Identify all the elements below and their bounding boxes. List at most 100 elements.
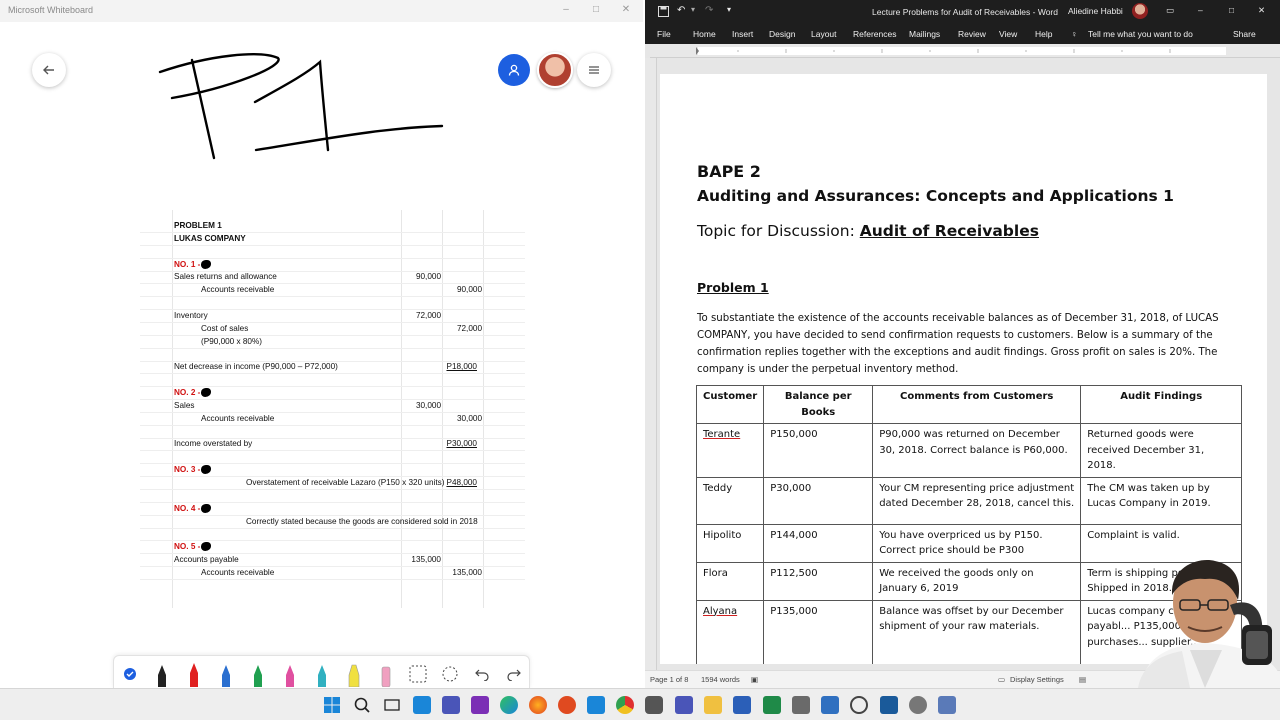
mail-icon[interactable]: [587, 696, 605, 714]
word-count[interactable]: 1594 words: [701, 675, 740, 684]
horizontal-ruler[interactable]: [650, 44, 1280, 58]
tab-review[interactable]: Review: [958, 29, 986, 39]
ink-mark[interactable]: [201, 259, 211, 269]
maximize-button[interactable]: □: [588, 4, 604, 15]
calculator-icon[interactable]: [792, 696, 810, 714]
tab-view[interactable]: View: [999, 29, 1017, 39]
file-explorer-icon[interactable]: [413, 696, 431, 714]
word-icon[interactable]: [733, 696, 751, 714]
table-cell[interactable]: P144,000: [763, 523, 874, 563]
spreadsheet-image[interactable]: PROBLEM 1 LUKAS COMPANY NO. 1 - Sales retur…: [140, 210, 525, 610]
avatar[interactable]: [537, 52, 573, 88]
mail-icon[interactable]: [880, 696, 898, 714]
highlighter-icon[interactable]: [342, 661, 366, 687]
back-arrow-icon[interactable]: [32, 53, 66, 87]
undo-icon[interactable]: [470, 661, 494, 687]
close-button[interactable]: ✕: [1258, 5, 1265, 16]
select-check-icon[interactable]: [118, 661, 142, 687]
firefox-icon[interactable]: [529, 696, 547, 714]
red-pen-icon[interactable]: [182, 661, 206, 687]
minimize-button[interactable]: –: [558, 4, 574, 15]
ruler-icon[interactable]: [438, 661, 462, 687]
clock-icon[interactable]: [850, 696, 868, 714]
vertical-ruler[interactable]: [645, 58, 657, 670]
tab-help[interactable]: Help: [1035, 29, 1052, 39]
tab-mailings[interactable]: Mailings: [909, 29, 940, 39]
display-settings-icon[interactable]: ▭: [998, 675, 1005, 684]
eraser-icon[interactable]: [374, 661, 398, 687]
page-count[interactable]: Page 1 of 8: [650, 675, 688, 684]
tab-layout[interactable]: Layout: [811, 29, 837, 39]
search-icon[interactable]: [353, 696, 371, 714]
sheet-debit: 135,000: [411, 555, 441, 565]
windows-start-icon[interactable]: [323, 696, 341, 714]
user-name[interactable]: Aliedine Habbi: [1068, 6, 1123, 16]
redo-icon[interactable]: [502, 661, 526, 687]
tell-me-search[interactable]: Tell me what you want to do: [1088, 29, 1193, 39]
app-icon[interactable]: [645, 696, 663, 714]
ink-mark[interactable]: [201, 465, 211, 475]
app-icon[interactable]: [558, 696, 576, 714]
teal-pen-icon[interactable]: [310, 661, 334, 687]
table-cell[interactable]: P90,000 was returned on December 30, 201…: [872, 423, 1082, 478]
teams-icon[interactable]: [675, 696, 693, 714]
table-cell[interactable]: You have overpriced us by P150. Correct …: [872, 523, 1082, 563]
app-icon[interactable]: [909, 696, 927, 714]
display-settings-button[interactable]: Display Settings: [1010, 675, 1064, 684]
invite-user-icon[interactable]: [498, 54, 530, 86]
share-button[interactable]: Share: [1233, 29, 1256, 39]
table-cell[interactable]: Your CM representing price adjustment da…: [872, 476, 1082, 525]
handwritten-ink[interactable]: P1: [150, 50, 450, 165]
ribbon-display-icon[interactable]: ▭: [1166, 5, 1174, 16]
ink-mark[interactable]: [201, 388, 211, 398]
close-button[interactable]: ✕: [618, 4, 634, 15]
folder-icon[interactable]: [704, 696, 722, 714]
tab-design[interactable]: Design: [769, 29, 795, 39]
ink-mark[interactable]: [201, 542, 211, 552]
lasso-select-icon[interactable]: [406, 661, 430, 687]
minimize-button[interactable]: –: [1198, 5, 1203, 15]
excel-icon[interactable]: [763, 696, 781, 714]
table-cell[interactable]: Terante: [695, 423, 765, 478]
photos-icon[interactable]: [821, 696, 839, 714]
table-cell[interactable]: Balance was offset by our December shipm…: [872, 599, 1082, 664]
sheet-row: Accounts receivable 90,000: [140, 284, 525, 298]
table-cell[interactable]: Hipolito: [695, 523, 765, 563]
pink-pen-icon[interactable]: [278, 661, 302, 687]
table-cell[interactable]: P30,000: [763, 476, 874, 525]
onenote-icon[interactable]: [471, 696, 489, 714]
redo-icon[interactable]: ↷: [705, 5, 713, 16]
table-cell[interactable]: Alyana: [695, 599, 765, 664]
problem-paragraph[interactable]: To substantiate the existence of the acc…: [697, 310, 1227, 378]
user-avatar[interactable]: [1132, 3, 1148, 19]
undo-dropdown-icon[interactable]: ▾: [691, 5, 695, 14]
focus-icon[interactable]: ▤: [1079, 675, 1086, 684]
tab-insert[interactable]: Insert: [732, 29, 753, 39]
save-icon[interactable]: [658, 6, 669, 17]
green-pen-icon[interactable]: [246, 661, 270, 687]
table-cell[interactable]: P135,000: [763, 599, 874, 664]
blue-pen-icon[interactable]: [214, 661, 238, 687]
tab-references[interactable]: References: [853, 29, 896, 39]
hamburger-menu-icon[interactable]: [577, 53, 611, 87]
table-cell[interactable]: P112,500: [763, 561, 874, 601]
edge-icon[interactable]: [500, 696, 518, 714]
tab-home[interactable]: Home: [693, 29, 716, 39]
chrome-icon[interactable]: [616, 696, 634, 714]
table-cell[interactable]: Returned goods were received December 31…: [1080, 423, 1243, 478]
undo-icon[interactable]: ↶: [677, 5, 685, 16]
table-cell[interactable]: The CM was taken up by Lucas Company in …: [1080, 476, 1243, 525]
tab-file[interactable]: File: [657, 29, 671, 39]
settings-icon[interactable]: [938, 696, 956, 714]
teams-icon[interactable]: [442, 696, 460, 714]
black-pen-icon[interactable]: [150, 661, 174, 687]
table-cell[interactable]: P150,000: [763, 423, 874, 478]
customize-toolbar-icon[interactable]: ▾: [727, 5, 731, 14]
maximize-button[interactable]: □: [1229, 5, 1234, 15]
task-view-icon[interactable]: [383, 696, 401, 714]
table-cell[interactable]: Teddy: [695, 476, 765, 525]
table-cell[interactable]: Flora: [695, 561, 765, 601]
table-cell[interactable]: We received the goods only on January 6,…: [872, 561, 1082, 601]
proofing-icon[interactable]: ▣: [751, 675, 758, 684]
ink-mark[interactable]: [201, 503, 211, 513]
